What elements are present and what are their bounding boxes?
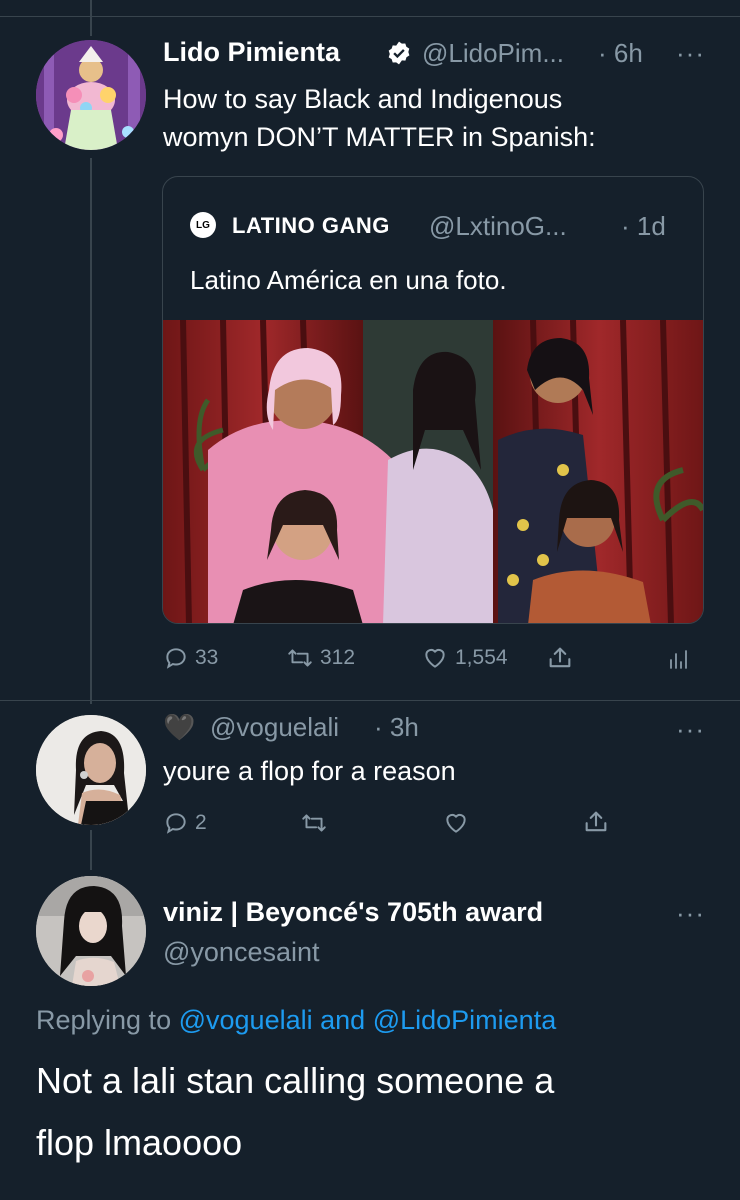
- tweet2-reply-button[interactable]: 2: [163, 810, 207, 836]
- top-divider: [0, 16, 740, 17]
- tweet1-more-icon[interactable]: ···: [676, 40, 705, 66]
- tweet1-like-button[interactable]: 1,554: [421, 645, 508, 671]
- tweet3-display-name[interactable]: viniz | Beyoncé's 705th award: [163, 897, 543, 928]
- tweet1-text-line1: How to say Black and Indigenous: [163, 84, 563, 114]
- tweet1-retweet-count: 312: [320, 646, 356, 669]
- reply-icon: [163, 645, 189, 671]
- avatar-person-graphic: [36, 876, 146, 986]
- tweet1-retweet-button[interactable]: 312: [286, 645, 355, 671]
- avatar-yoncesaint[interactable]: [36, 876, 146, 986]
- divider-1: [0, 700, 740, 701]
- thread-line-top: [90, 0, 92, 36]
- tweet1-reply-count: 33: [195, 646, 219, 669]
- tweet2-retweet-button[interactable]: [300, 810, 328, 836]
- tweet3-more-icon[interactable]: ···: [676, 900, 705, 926]
- avatar-voguelali[interactable]: [36, 715, 146, 825]
- thread-line-1: [90, 158, 92, 704]
- share-icon: [582, 808, 610, 836]
- tweet2-text: youre a flop for a reason: [163, 756, 456, 786]
- quote-logo-text: LG: [196, 219, 210, 231]
- tweet3-text-line1: Not a lali stan calling someone a: [36, 1060, 555, 1101]
- heart-icon: [421, 645, 449, 671]
- tweet2-reply-count: 2: [195, 811, 207, 834]
- tweet2-like-button[interactable]: [442, 810, 470, 836]
- retweet-icon: [286, 645, 314, 671]
- tweet1-like-count: 1,554: [455, 646, 508, 669]
- replying-to-line: Replying to @voguelali and @LidoPimienta: [36, 1005, 556, 1036]
- photo-group-of-women-graphic: [163, 320, 703, 623]
- thread-line-2: [90, 830, 92, 870]
- tweet3-text-line2: flop lmaoooo: [36, 1122, 243, 1163]
- quote-time: · 1d: [621, 211, 666, 241]
- tweet1-reply-button[interactable]: 33: [163, 645, 218, 671]
- reply-mention-voguelali[interactable]: @voguelali: [179, 1005, 313, 1035]
- tweet3-handle[interactable]: @yoncesaint: [163, 937, 320, 968]
- verified-badge-icon: [386, 40, 412, 66]
- tweet2-time[interactable]: · 3h: [374, 712, 419, 743]
- quote-tweet-card[interactable]: LG LATINO GANG @LxtinoG... · 1d Latino A…: [162, 176, 704, 624]
- tweet1-time[interactable]: · 6h: [598, 38, 643, 69]
- replying-to-label: Replying to: [36, 1005, 172, 1035]
- quote-photo[interactable]: [163, 320, 703, 623]
- quote-handle: @LxtinoG...: [429, 211, 567, 241]
- reply-mention-lidopimienta[interactable]: @LidoPimienta: [373, 1005, 557, 1035]
- quote-text: Latino América en una foto.: [190, 265, 507, 295]
- quote-display-name: LATINO GANG: [232, 213, 390, 238]
- reply-icon: [163, 810, 189, 836]
- reply-mention-and[interactable]: and: [320, 1005, 365, 1035]
- tweet1-text-line2: womyn DON’T MATTER in Spanish:: [163, 122, 596, 152]
- analytics-icon: [666, 647, 690, 673]
- tweet2-display-name[interactable]: 🖤: [163, 712, 195, 743]
- tweet2-more-icon[interactable]: ···: [676, 716, 705, 742]
- tweet2-share-button[interactable]: [582, 808, 610, 836]
- retweet-icon: [300, 810, 328, 836]
- heart-icon: [442, 810, 470, 836]
- tweet1-analytics-button[interactable]: [666, 647, 690, 673]
- avatar-lido-pimienta[interactable]: [36, 40, 146, 150]
- tweet1-display-name[interactable]: Lido Pimienta: [163, 37, 340, 68]
- tweet1-handle[interactable]: @LidoPim...: [422, 38, 564, 69]
- avatar-woman-graphic: [36, 715, 146, 825]
- share-icon: [546, 644, 574, 672]
- avatar-figure-graphic: [36, 40, 146, 150]
- quote-logo-icon: LG: [190, 212, 216, 238]
- tweet1-share-button[interactable]: [546, 644, 574, 672]
- tweet2-handle[interactable]: @voguelali: [210, 712, 339, 743]
